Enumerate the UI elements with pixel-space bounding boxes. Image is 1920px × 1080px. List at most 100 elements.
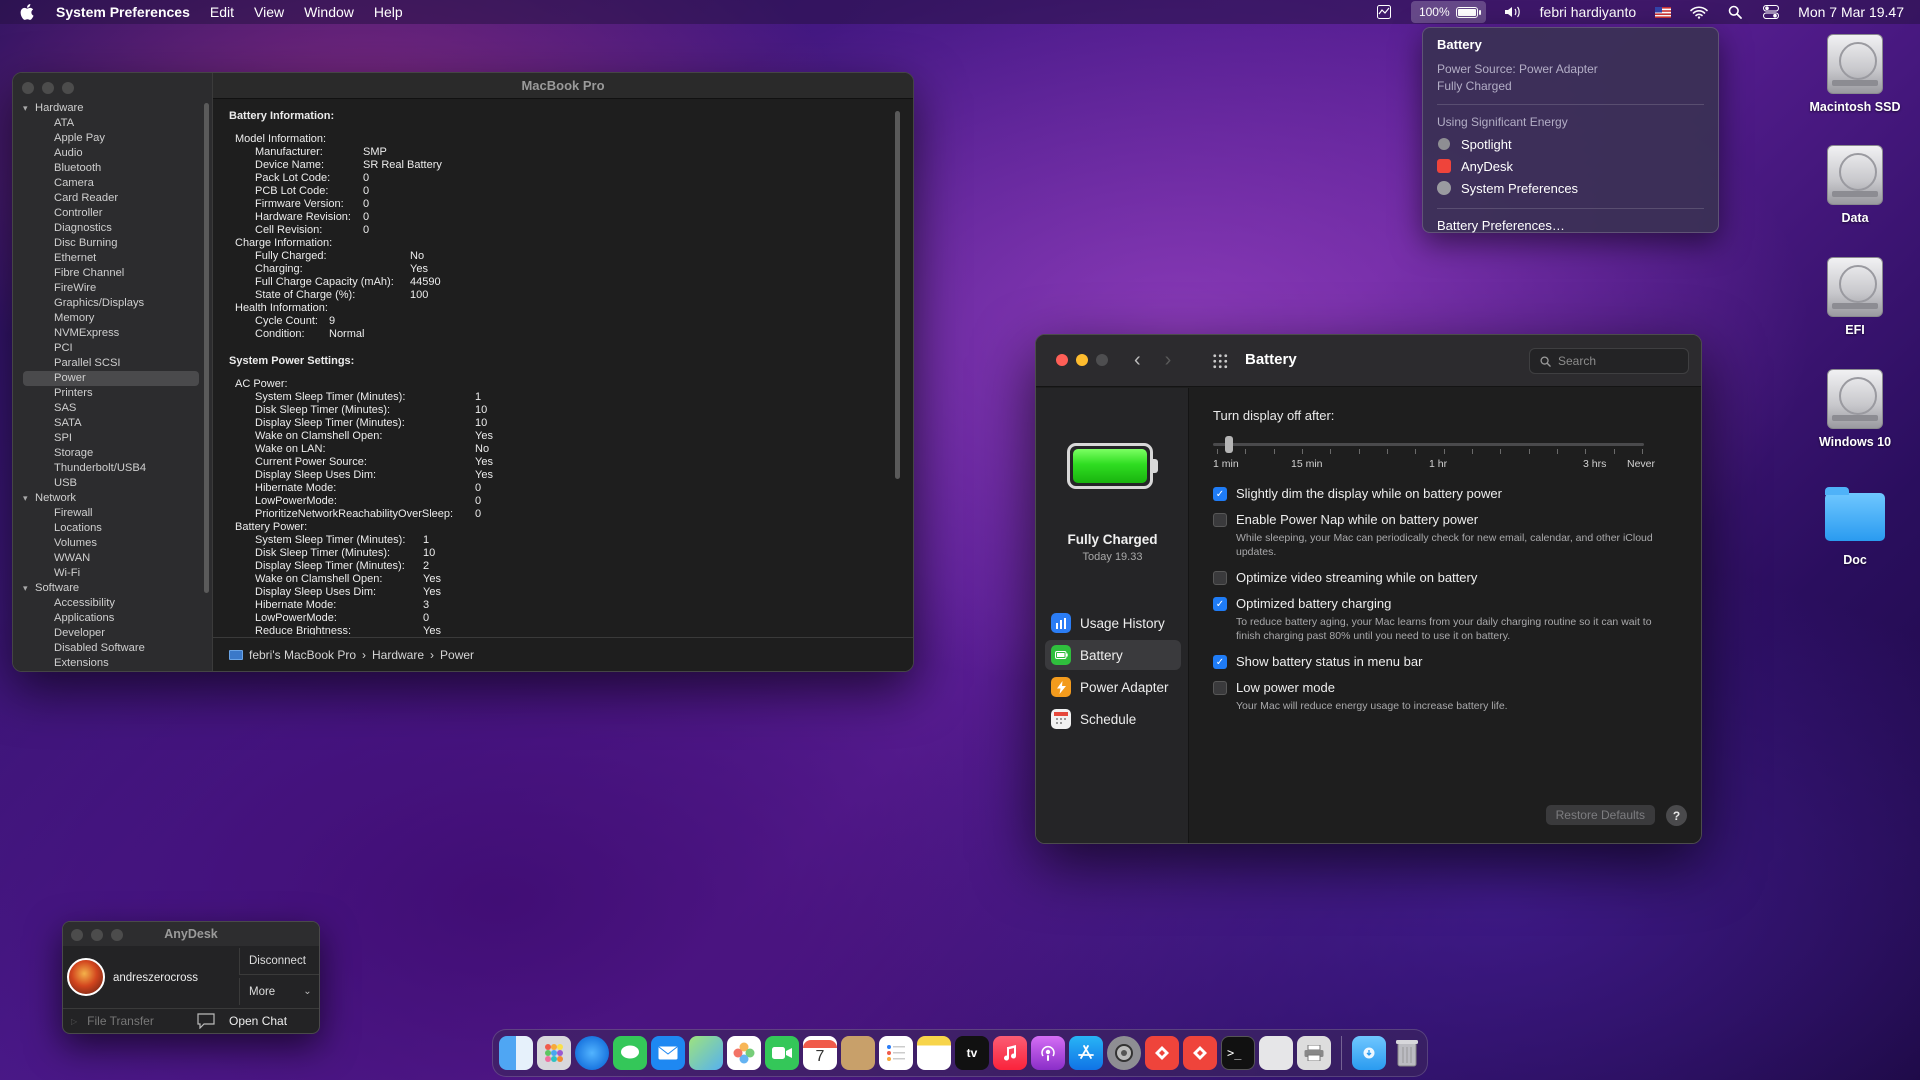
checkbox[interactable] — [1213, 513, 1227, 527]
calendar-app-icon[interactable]: 7 — [803, 1036, 837, 1070]
tree-item-firewall[interactable]: Firewall — [23, 506, 209, 521]
tree-item-thunderbolt-usb4[interactable]: Thunderbolt/USB4 — [23, 461, 209, 476]
terminal-icon[interactable]: >_ — [1221, 1036, 1255, 1070]
disconnect-button[interactable]: Disconnect — [239, 948, 319, 975]
us-flag-icon[interactable] — [1654, 4, 1672, 20]
wifi-icon[interactable] — [1690, 4, 1708, 20]
desktop-drive-efi[interactable]: EFI — [1800, 257, 1910, 337]
apple-tv-icon[interactable]: tv — [955, 1036, 989, 1070]
anydesk-session-icon[interactable] — [1183, 1036, 1217, 1070]
checkbox[interactable] — [1213, 681, 1227, 695]
podcasts-icon[interactable] — [1031, 1036, 1065, 1070]
nav-power-adapter[interactable]: Power Adapter — [1045, 672, 1181, 702]
path-item[interactable]: Hardware — [372, 648, 424, 662]
menu-edit[interactable]: Edit — [210, 4, 234, 20]
tree-item-spi[interactable]: SPI — [23, 431, 209, 446]
spotlight-search-icon[interactable] — [1726, 4, 1744, 20]
tree-item-volumes[interactable]: Volumes — [23, 536, 209, 551]
tree-item-disabled-software[interactable]: Disabled Software — [23, 641, 209, 656]
tree-item-wi-fi[interactable]: Wi-Fi — [23, 566, 209, 581]
tree-item-bluetooth[interactable]: Bluetooth — [23, 161, 209, 176]
menu-user-name[interactable]: febri hardiyanto — [1540, 4, 1637, 20]
safari-icon[interactable] — [575, 1036, 609, 1070]
checkbox[interactable] — [1213, 571, 1227, 585]
tree-item-storage[interactable]: Storage — [23, 446, 209, 461]
printer-icon[interactable] — [1297, 1036, 1331, 1070]
content-scrollbar[interactable] — [895, 111, 900, 479]
battery-preferences-menu-item[interactable]: Battery Preferences… — [1437, 218, 1704, 233]
zoom-button[interactable] — [1096, 354, 1108, 366]
slider-knob[interactable] — [1225, 436, 1233, 453]
trash-icon[interactable] — [1390, 1036, 1424, 1070]
tree-item-disc-burning[interactable]: Disc Burning — [23, 236, 209, 251]
desktop-drive-macintosh-ssd[interactable]: Macintosh SSD — [1800, 34, 1910, 114]
nav-usage-history[interactable]: Usage History — [1045, 608, 1181, 638]
tree-item-applications[interactable]: Applications — [23, 611, 209, 626]
tree-group-hardware[interactable]: ▾ Hardware — [23, 101, 209, 116]
close-button[interactable] — [22, 82, 34, 94]
minimize-button[interactable] — [42, 82, 54, 94]
messages-icon[interactable] — [613, 1036, 647, 1070]
reminders-icon[interactable] — [879, 1036, 913, 1070]
tree-item-graphics-displays[interactable]: Graphics/Displays — [23, 296, 209, 311]
tree-item-printers[interactable]: Printers — [23, 386, 209, 401]
control-center-icon[interactable] — [1762, 4, 1780, 20]
menu-help[interactable]: Help — [374, 4, 403, 20]
back-arrow-icon[interactable]: ‹ — [1134, 349, 1141, 372]
checkbox[interactable]: ✓ — [1213, 487, 1227, 501]
maps-icon[interactable] — [689, 1036, 723, 1070]
more-button[interactable]: More ⌄ — [239, 978, 319, 1005]
tree-item-pci[interactable]: PCI — [23, 341, 209, 356]
display-off-slider[interactable] — [1213, 436, 1644, 456]
apple-menu-icon[interactable] — [16, 1, 38, 23]
tree-item-nvmexpress[interactable]: NVMExpress — [23, 326, 209, 341]
menu-app-name[interactable]: System Preferences — [56, 4, 190, 20]
tree-item-memory[interactable]: Memory — [23, 311, 209, 326]
tree-group-network[interactable]: ▾ Network — [23, 491, 209, 506]
restore-defaults-button[interactable]: Restore Defaults — [1545, 805, 1655, 825]
tree-item-card-reader[interactable]: Card Reader — [23, 191, 209, 206]
checkbox[interactable]: ✓ — [1213, 597, 1227, 611]
tree-item-locations[interactable]: Locations — [23, 521, 209, 536]
menu-view[interactable]: View — [254, 4, 284, 20]
volume-icon[interactable] — [1504, 4, 1522, 20]
tree-item-ata[interactable]: ATA — [23, 116, 209, 131]
tree-item-ethernet[interactable]: Ethernet — [23, 251, 209, 266]
option-label[interactable]: Show battery status in menu bar — [1236, 654, 1422, 669]
tree-item-usb[interactable]: USB — [23, 476, 209, 491]
option-label[interactable]: Enable Power Nap while on battery power — [1236, 512, 1676, 527]
desktop-drive-data[interactable]: Data — [1800, 145, 1910, 225]
tree-item-diagnostics[interactable]: Diagnostics — [23, 221, 209, 236]
option-label[interactable]: Low power mode — [1236, 680, 1676, 695]
nav-battery[interactable]: Battery — [1045, 640, 1181, 670]
mail-icon[interactable] — [651, 1036, 685, 1070]
energy-app-system-preferences[interactable]: System Preferences — [1437, 177, 1704, 199]
app-store-icon[interactable] — [1069, 1036, 1103, 1070]
notes-icon[interactable] — [917, 1036, 951, 1070]
tree-item-accessibility[interactable]: Accessibility — [23, 596, 209, 611]
open-chat-button[interactable]: Open Chat — [193, 1013, 287, 1029]
finder-icon[interactable] — [499, 1036, 533, 1070]
zoom-button[interactable] — [62, 82, 74, 94]
menu-window[interactable]: Window — [304, 4, 354, 20]
tree-item-fibre-channel[interactable]: Fibre Channel — [23, 266, 209, 281]
minimize-button[interactable] — [91, 929, 103, 941]
tree-item-wwan[interactable]: WWAN — [23, 551, 209, 566]
battery-status-item[interactable]: 100% — [1410, 1, 1486, 23]
launchpad-icon[interactable] — [537, 1036, 571, 1070]
tree-item-developer[interactable]: Developer — [23, 626, 209, 641]
desktop-drive-windows-10[interactable]: Windows 10 — [1800, 369, 1910, 449]
file-transfer-button[interactable]: ▷ File Transfer — [63, 1014, 193, 1028]
energy-app-spotlight[interactable]: Spotlight — [1437, 133, 1704, 155]
checkbox[interactable]: ✓ — [1213, 655, 1227, 669]
menu-clock[interactable]: Mon 7 Mar 19.47 — [1798, 4, 1904, 20]
photos-icon[interactable] — [727, 1036, 761, 1070]
music-icon[interactable] — [993, 1036, 1027, 1070]
sidebar-scrollbar[interactable] — [204, 103, 209, 593]
preview-icon[interactable] — [1259, 1036, 1293, 1070]
downloads-folder-icon[interactable] — [1352, 1036, 1386, 1070]
contacts-icon[interactable] — [841, 1036, 875, 1070]
help-button[interactable]: ? — [1666, 805, 1687, 826]
tree-group-software[interactable]: ▾ Software — [23, 581, 209, 596]
facetime-icon[interactable] — [765, 1036, 799, 1070]
